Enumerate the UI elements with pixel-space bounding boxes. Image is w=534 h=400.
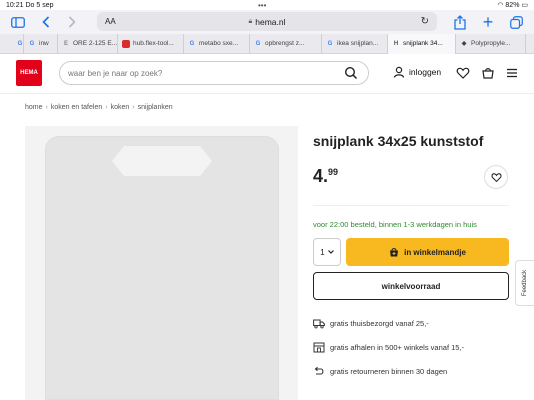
tab-label: metabo sxe... xyxy=(199,40,239,47)
chevron-down-icon xyxy=(327,250,334,254)
heart-icon[interactable] xyxy=(456,66,470,80)
browser-tab[interactable]: ◆ Polypropyle... xyxy=(456,33,526,54)
tab-favicon-icon: ◆ xyxy=(461,41,467,47)
menu-icon[interactable] xyxy=(505,66,519,80)
browser-tab[interactable]: G xyxy=(12,33,24,54)
site-header: HEMA waar ben je naar op zoek? inloggen xyxy=(0,54,534,94)
battery-label: 82% xyxy=(505,2,520,9)
lock-icon: 🔒︎ xyxy=(248,17,253,25)
shopping-basket-icon[interactable] xyxy=(481,66,495,80)
divider xyxy=(313,205,509,206)
browser-tab[interactable]: Hsnijplank 34... xyxy=(388,33,456,54)
usp-pickup-text: gratis afhalen in 500+ winkels vanaf 15,… xyxy=(330,343,465,352)
heart-icon xyxy=(490,172,502,182)
usp-delivery: gratis thuisbezorgd vanaf 25,- xyxy=(313,318,429,329)
tab-label: ORE 2-125 E... xyxy=(73,40,118,47)
browser-tab[interactable]: Gopbrengst z... xyxy=(250,33,322,54)
product-image-gallery[interactable] xyxy=(25,126,298,400)
usp-pickup: gratis afhalen in 500+ winkels vanaf 15,… xyxy=(313,342,464,353)
tab-label: hub.flex-tool... xyxy=(133,40,174,47)
battery-icon: ▭ xyxy=(521,2,528,9)
browser-tab[interactable]: E ORE 2-125 E... xyxy=(58,33,118,54)
delivery-info: voor 22:00 besteld, binnen 1-3 werkdagen… xyxy=(313,220,477,229)
wishlist-button[interactable] xyxy=(484,165,508,189)
tab-strip: G Ginw E ORE 2-125 E... hub.flex-tool... Gmet… xyxy=(0,33,534,54)
feedback-label: Feedback xyxy=(522,269,529,297)
product-title: snijplank 34x25 kunststof xyxy=(313,133,484,149)
wifi-icon: ◠ xyxy=(497,2,504,9)
store-icon xyxy=(313,342,325,353)
share-icon[interactable] xyxy=(452,14,468,30)
multitask-dots-icon[interactable]: ••• xyxy=(258,1,266,10)
browser-tab[interactable]: Gikea snijplan... xyxy=(322,33,388,54)
status-bar: 10:21 Do 5 sep ••• ◠ 82% ▭ xyxy=(0,0,534,10)
tab-favicon-icon: G xyxy=(17,40,23,47)
tab-label: opbrengst z... xyxy=(265,40,305,47)
tab-favicon-icon: G xyxy=(255,40,261,47)
search-placeholder: waar ben je naar op zoek? xyxy=(68,68,163,78)
back-icon[interactable] xyxy=(38,14,54,30)
usp-delivery-text: gratis thuisbezorgd vanaf 25,- xyxy=(330,319,429,328)
usp-return-text: gratis retourneren binnen 30 dagen xyxy=(330,367,448,376)
browser-toolbar: AA 🔒︎ hema.nl ↻ + xyxy=(0,10,534,34)
hema-logo[interactable]: HEMA xyxy=(16,60,42,86)
breadcrumb-separator: › xyxy=(45,104,48,111)
tab-overview-icon[interactable] xyxy=(508,14,524,30)
breadcrumb-koken-en-tafelen[interactable]: koken en tafelen xyxy=(51,104,102,111)
tab-favicon-icon: G xyxy=(29,40,35,47)
usp-return: gratis retourneren binnen 30 dagen xyxy=(313,366,447,377)
basket-plus-icon xyxy=(390,248,399,257)
breadcrumb-separator: › xyxy=(105,104,108,111)
user-icon xyxy=(393,66,405,78)
quantity-value: 1 xyxy=(320,247,325,257)
search-icon[interactable] xyxy=(344,66,358,80)
sidebar-icon[interactable] xyxy=(10,14,26,30)
tab-favicon-icon: G xyxy=(189,40,195,47)
breadcrumb-separator: › xyxy=(132,104,135,111)
cutting-board-image xyxy=(45,136,279,400)
breadcrumb-snijplanken[interactable]: snijplanken xyxy=(138,104,173,111)
url-text[interactable]: hema.nl xyxy=(255,17,285,27)
login-button[interactable]: inloggen xyxy=(393,66,441,78)
quantity-select[interactable]: 1 xyxy=(313,238,341,266)
reload-icon[interactable]: ↻ xyxy=(421,16,429,27)
tab-label: snijplank 34... xyxy=(403,40,443,47)
browser-tab[interactable]: Gmetabo sxe... xyxy=(184,33,250,54)
tab-label: ikea snijplan... xyxy=(337,40,379,47)
address-bar[interactable]: AA 🔒︎ hema.nl ↻ xyxy=(97,12,437,31)
login-label: inloggen xyxy=(409,67,442,77)
status-time: 10:21 Do 5 sep xyxy=(6,1,54,9)
tab-label: inw xyxy=(39,40,49,47)
tab-favicon-icon: H xyxy=(393,40,399,47)
feedback-tab[interactable]: Feedback xyxy=(515,260,534,306)
forward-icon[interactable] xyxy=(64,14,80,30)
add-to-cart-button[interactable]: in winkelmandje xyxy=(346,238,509,266)
truck-icon xyxy=(313,319,325,329)
board-handle-hole xyxy=(112,146,212,176)
browser-tab[interactable]: Ginw xyxy=(24,33,58,54)
breadcrumb: home › koken en tafelen › koken › snijpl… xyxy=(25,104,173,111)
breadcrumb-home[interactable]: home xyxy=(25,104,43,111)
tab-favicon-icon xyxy=(122,39,130,48)
new-tab-icon[interactable]: + xyxy=(480,12,496,32)
search-input[interactable]: waar ben je naar op zoek? xyxy=(59,61,369,85)
tab-label: Polypropyle... xyxy=(471,40,511,47)
product-price: 4.99 xyxy=(313,166,339,186)
return-icon xyxy=(314,366,324,375)
breadcrumb-koken[interactable]: koken xyxy=(111,104,130,111)
store-stock-button[interactable]: winkelvoorraad xyxy=(313,272,509,300)
browser-tab[interactable]: hub.flex-tool... xyxy=(118,33,184,54)
tab-favicon-icon: G xyxy=(327,40,333,47)
tab-favicon-icon: E xyxy=(63,40,68,47)
reader-settings-button[interactable]: AA xyxy=(105,17,116,26)
status-right: ◠ 82% ▭ xyxy=(497,1,528,9)
add-to-cart-label: in winkelmandje xyxy=(404,247,466,257)
